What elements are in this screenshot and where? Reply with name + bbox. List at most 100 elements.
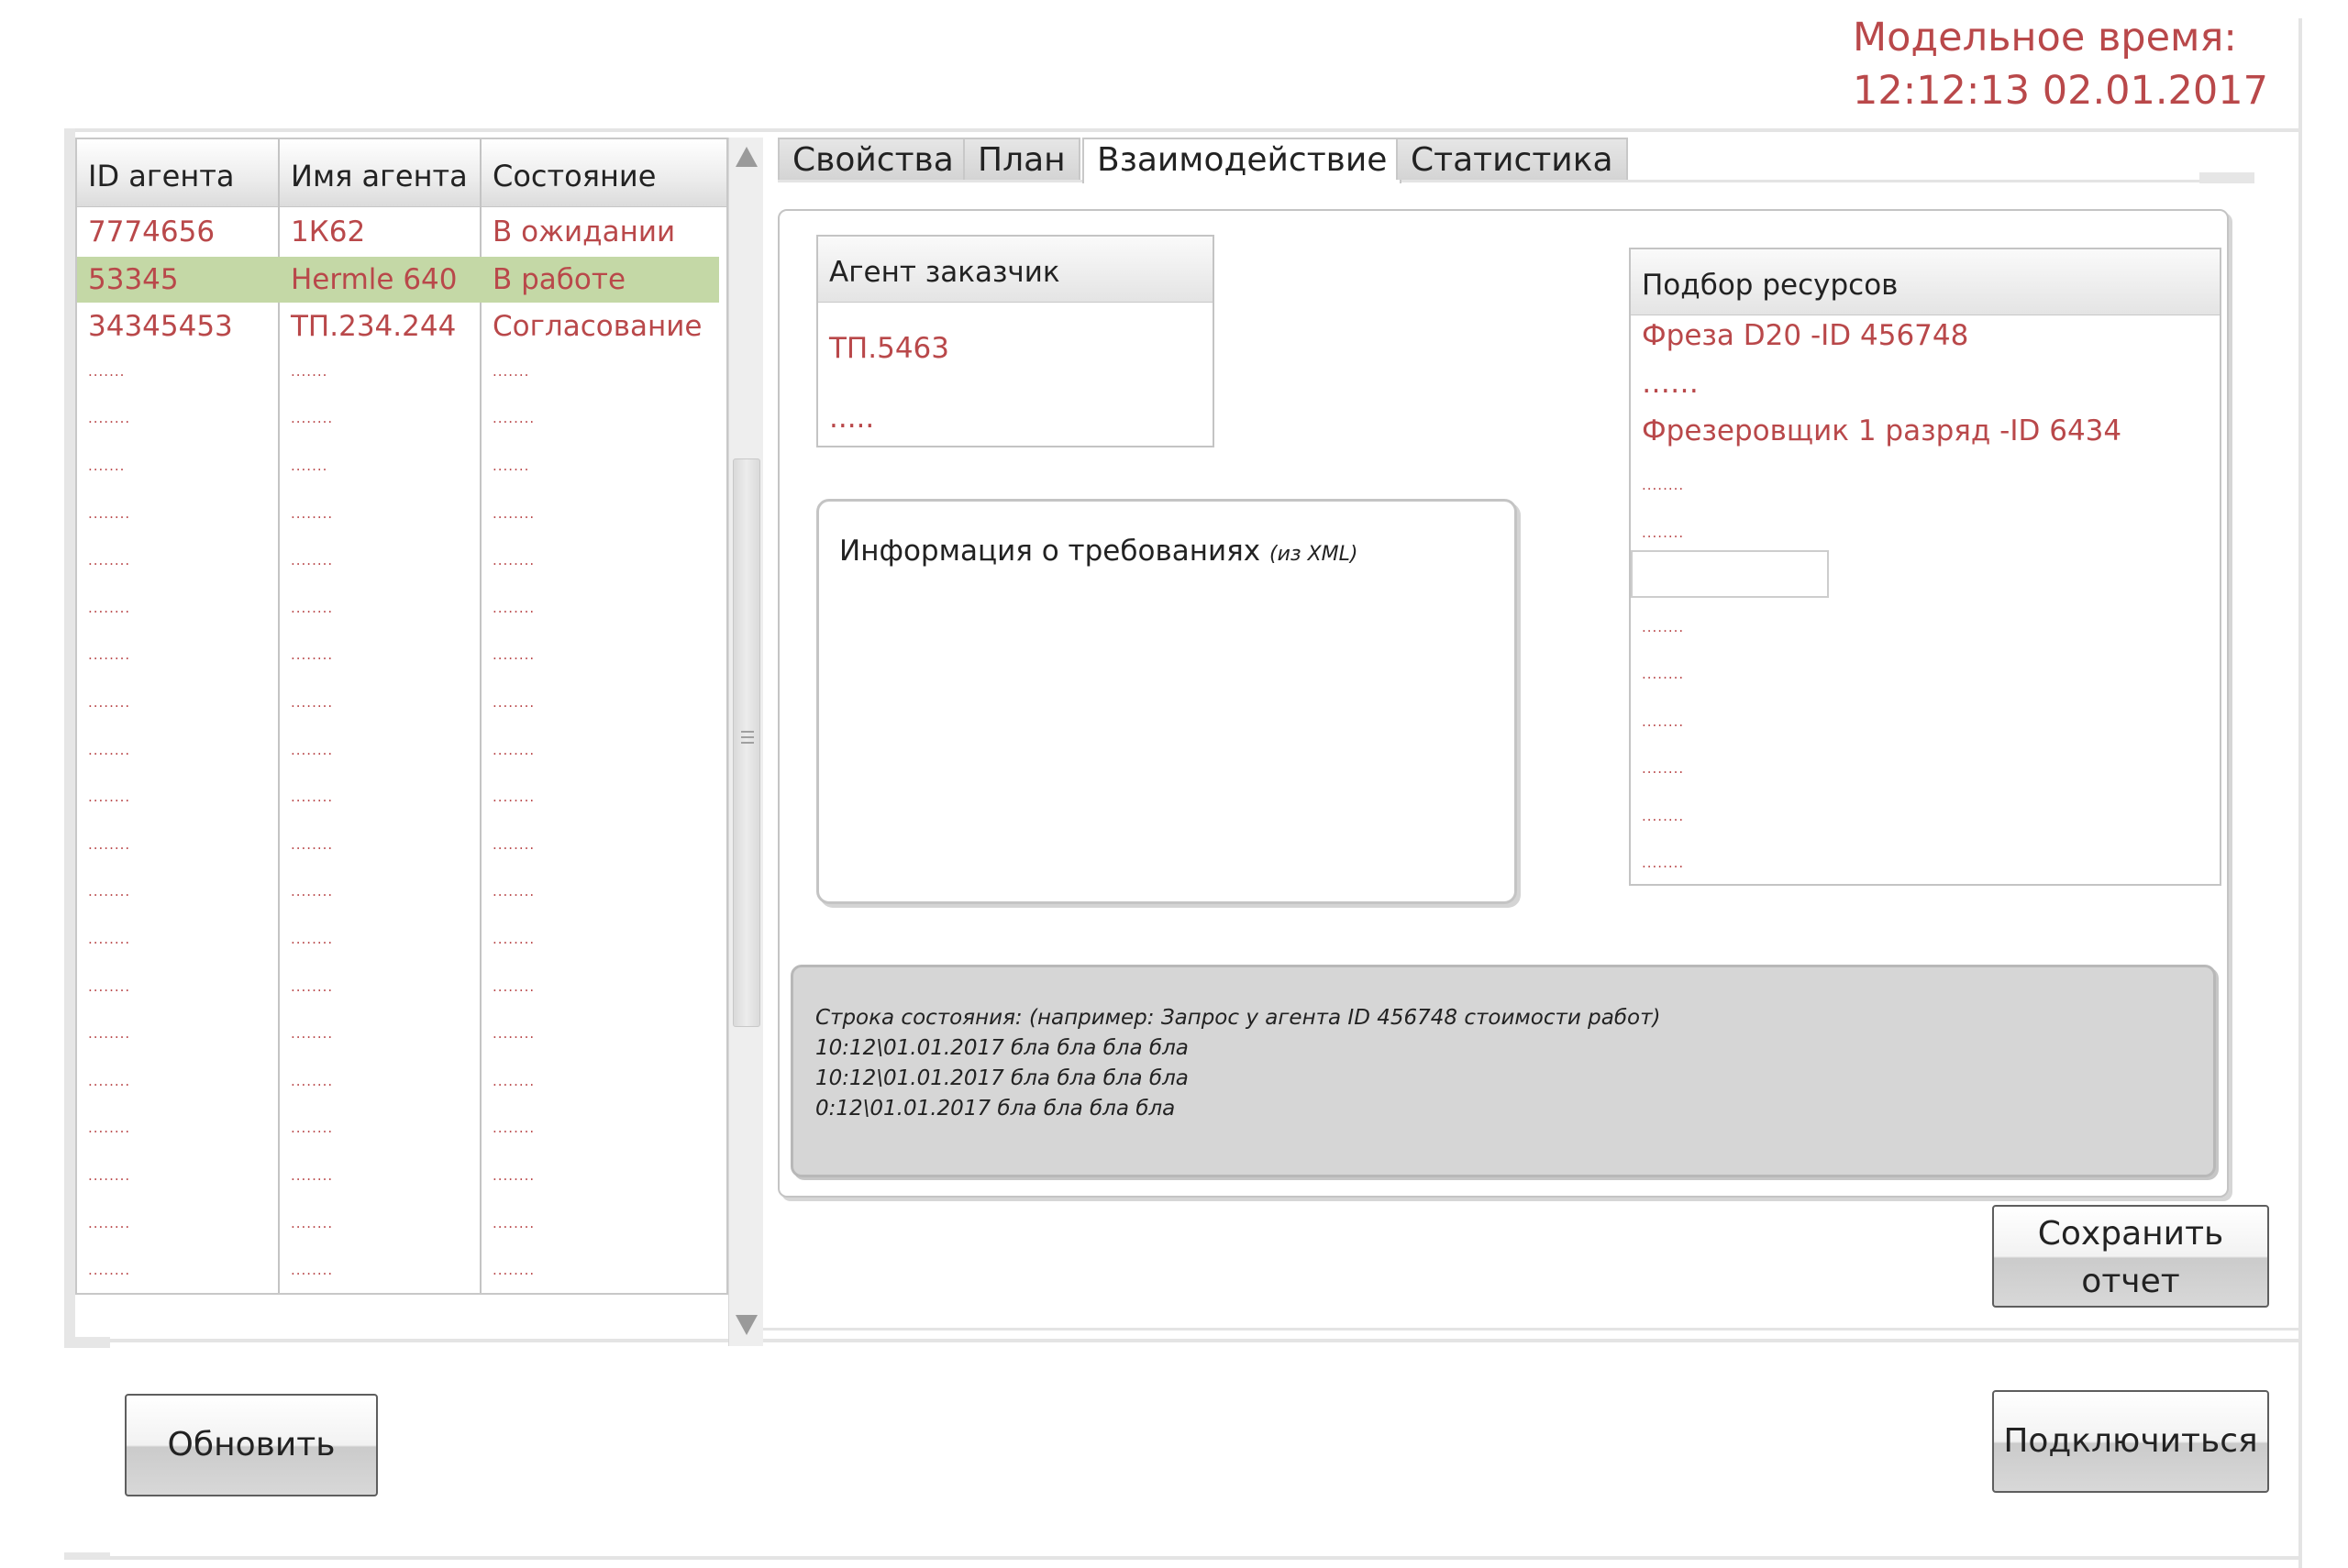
cell-agent-state: ........	[493, 883, 536, 900]
table-row[interactable]: ........................	[77, 540, 719, 586]
cell-agent-name: ........	[291, 1214, 334, 1231]
table-row[interactable]: .....................	[77, 446, 719, 491]
resource-item: ……	[1642, 367, 1699, 400]
cell-agent-name: Hermle 640	[291, 262, 458, 296]
cell-agent-id: ........	[88, 552, 131, 569]
frame-line-bottom	[110, 1556, 2302, 1560]
cell-agent-name: ........	[291, 1120, 334, 1137]
table-row[interactable]: ........................	[77, 1250, 719, 1293]
cell-agent-name: ........	[291, 1072, 334, 1089]
cell-agent-name: ........	[291, 977, 334, 995]
status-line: 10:12\01.01.2017 бла бла бла бла	[815, 1036, 1189, 1060]
requirements-title-text: Информация о требованиях	[839, 535, 1261, 568]
cell-agent-id: ........	[88, 931, 131, 947]
table-row[interactable]: ........................	[77, 635, 719, 680]
frame-block-left	[64, 128, 75, 1348]
column-header-name[interactable]: Имя агента	[280, 139, 482, 207]
cell-agent-name: ........	[291, 883, 334, 900]
cell-agent-name: 1К62	[291, 215, 366, 248]
customer-agent-value[interactable]: ТП.5463	[829, 332, 949, 365]
resource-selected-cell[interactable]	[1631, 550, 1829, 598]
resource-item[interactable]: Фрезеровщик 1 разряд -ID 6434	[1642, 414, 2121, 447]
cell-agent-name: ........	[291, 835, 334, 853]
table-row[interactable]: ........................	[77, 1061, 719, 1107]
table-row[interactable]: ........................	[77, 919, 719, 965]
model-time: Модельное время: 12:12:13 02.01.2017	[1853, 11, 2268, 117]
table-row[interactable]: ........................	[77, 824, 719, 870]
cell-agent-id: ........	[88, 599, 131, 616]
scroll-up-arrow-icon[interactable]	[736, 147, 758, 167]
cell-agent-id: ........	[88, 694, 131, 711]
customer-agent-box: Агент заказчик ТП.5463 .....	[816, 235, 1214, 447]
table-row[interactable]: ........................	[77, 730, 719, 776]
status-line: 10:12\01.01.2017 бла бла бла бла	[815, 1066, 1189, 1090]
cell-agent-id: ........	[88, 1072, 131, 1089]
scroll-thumb[interactable]	[733, 458, 760, 1027]
save-report-label-1: Сохранить	[2037, 1215, 2224, 1253]
table-row[interactable]: ........................	[77, 588, 719, 634]
save-report-label-2: отчет	[2081, 1263, 2180, 1300]
tab-plan[interactable]: План	[963, 138, 1080, 180]
tab-properties[interactable]: Свойства	[778, 138, 969, 180]
status-line: Строка состояния: (например: Запрос у аг…	[815, 1006, 1661, 1030]
customer-agent-title: Агент заказчик	[818, 237, 1213, 303]
refresh-button[interactable]: Обновить	[125, 1394, 378, 1496]
cell-agent-state: ........	[493, 1025, 536, 1043]
cell-agent-state: ........	[493, 552, 536, 569]
table-row[interactable]: 34345453 ТП.234.244 Согласование	[77, 304, 719, 349]
table-row[interactable]: ........................	[77, 1155, 719, 1201]
customer-agent-more: .....	[829, 402, 875, 435]
cell-agent-state: ........	[493, 835, 536, 853]
table-row[interactable]: ........................	[77, 398, 719, 444]
tab-interaction[interactable]: Взаимодействие	[1082, 138, 1402, 183]
grip-icon	[741, 736, 754, 738]
cell-agent-state: ........	[493, 1214, 536, 1231]
table-row[interactable]: ........................	[77, 682, 719, 728]
table-row[interactable]: ........................	[77, 1108, 719, 1154]
table-row[interactable]: ........................	[77, 1013, 719, 1059]
cell-agent-state: ........	[493, 931, 536, 947]
resource-item: ........	[1642, 477, 1685, 493]
cell-agent-id: ........	[88, 1025, 131, 1043]
table-scrollbar[interactable]	[728, 138, 763, 1346]
table-row[interactable]: ........................	[77, 871, 719, 917]
table-row[interactable]: 7774656 1К62 В ожидании	[77, 209, 719, 255]
cell-agent-state: ........	[493, 1072, 536, 1089]
column-header-state[interactable]: Состояние	[482, 139, 720, 207]
cell-agent-name: ........	[291, 741, 334, 758]
table-row[interactable]: ........................	[77, 493, 719, 539]
scroll-down-arrow-icon[interactable]	[736, 1315, 758, 1335]
table-row[interactable]: .....................	[77, 351, 719, 397]
connect-button[interactable]: Подключиться	[1992, 1390, 2269, 1493]
table-header: ID агента Имя агента Состояние	[77, 139, 726, 207]
cell-agent-state: ........	[493, 599, 536, 616]
resource-item: ........	[1642, 524, 1685, 541]
grip-icon	[741, 731, 754, 733]
cell-agent-id: ........	[88, 835, 131, 853]
save-report-button[interactable]: Сохранить отчет	[1992, 1205, 2269, 1308]
cell-agent-name: ........	[291, 646, 334, 664]
cell-agent-name: ........	[291, 1262, 334, 1279]
cell-agent-id: ........	[88, 504, 131, 522]
agents-table: ID агента Имя агента Состояние 7774656 1К…	[75, 138, 728, 1295]
cell-agent-state: ........	[493, 977, 536, 995]
cell-agent-state: Согласование	[493, 310, 703, 344]
tab-statistics[interactable]: Статистика	[1396, 138, 1628, 180]
cell-agent-state: В работе	[493, 262, 626, 296]
cell-agent-id: .......	[88, 458, 126, 474]
model-time-label: Модельное время:	[1853, 15, 2237, 61]
table-row[interactable]: ........................	[77, 1203, 719, 1249]
frame-line-mid	[110, 1339, 2302, 1342]
frame-line-right	[2298, 18, 2302, 1568]
resources-title: Подбор ресурсов	[1631, 249, 2220, 315]
table-row[interactable]: ........................	[77, 777, 719, 823]
table-row[interactable]: 53345 Hermle 640 В работе	[77, 256, 719, 303]
column-header-id[interactable]: ID агента	[77, 139, 279, 207]
cell-agent-name: .......	[291, 362, 328, 380]
resource-item[interactable]: Фреза D20 -ID 456748	[1642, 319, 1968, 352]
table-row[interactable]: ........................	[77, 966, 719, 1012]
cell-agent-name: ........	[291, 931, 334, 947]
frame-line-top	[64, 128, 2302, 132]
cell-agent-state: ........	[493, 741, 536, 758]
requirements-box: Информация о требованиях (из XML)	[816, 499, 1517, 904]
